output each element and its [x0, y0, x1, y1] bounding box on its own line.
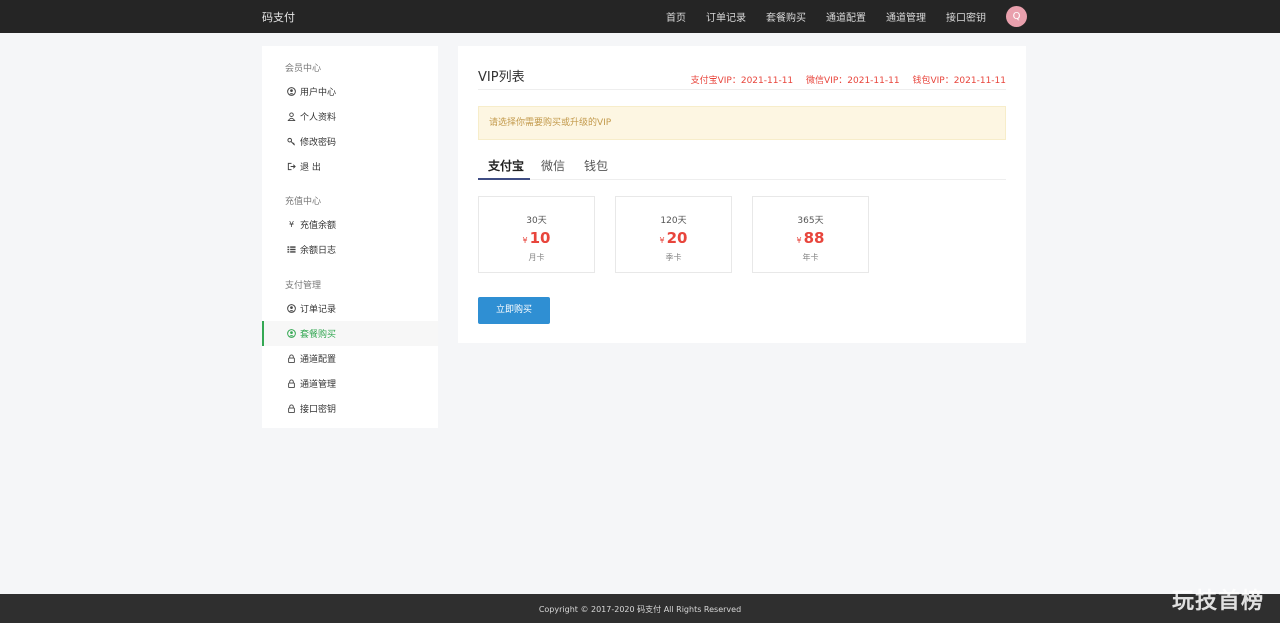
user-circle-icon [287, 87, 296, 96]
sidebar-item-label: 套餐购买 [300, 330, 337, 340]
plan-price: ¥20 [616, 229, 731, 250]
plan-card-yearly[interactable]: 365天 ¥88 年卡 [752, 196, 869, 273]
vip-expiry-alipay: 支付宝VIP：2021-11-11 [690, 76, 794, 86]
sidebar-item-channel-config[interactable]: 通道配置 [262, 346, 438, 371]
nav-channel-config[interactable]: 通道配置 [826, 9, 866, 24]
nav-plans[interactable]: 套餐购买 [766, 9, 806, 24]
nav-api-key[interactable]: 接口密钥 [946, 9, 986, 24]
watermark-logo: 玩技首榜 [1171, 589, 1264, 614]
plan-days: 120天 [660, 216, 687, 226]
tab-alipay[interactable]: 支付宝 [488, 157, 524, 174]
user-circle-icon [287, 329, 296, 338]
key-icon [287, 137, 296, 146]
user-icon [287, 112, 296, 121]
sidebar-item-label: 充值余额 [300, 221, 337, 231]
currency-symbol: ¥ [796, 236, 802, 245]
plan-days: 30天 [526, 216, 547, 226]
sidebar-item-plans[interactable]: 套餐购买 [262, 321, 438, 346]
plan-price-value: 10 [529, 229, 551, 247]
vip-panel: VIP列表 支付宝VIP：2021-11-11 微信VIP：2021-11-11… [458, 46, 1026, 343]
sidebar-item-label: 用户中心 [300, 88, 337, 98]
top-nav: 首页 订单记录 套餐购买 通道配置 通道管理 接口密钥 [646, 0, 986, 33]
sidebar-section-title: 支付管理 [285, 281, 322, 291]
divider [478, 89, 1006, 90]
plan-card-monthly[interactable]: 30天 ¥10 月卡 [478, 196, 595, 273]
list-icon [287, 245, 296, 254]
payment-tabs: 支付宝 微信 钱包 [478, 152, 1006, 180]
logout-icon [287, 162, 296, 171]
top-navbar: 码支付 首页 订单记录 套餐购买 通道配置 通道管理 接口密钥 Q [0, 0, 1280, 33]
sidebar-item-logout[interactable]: 退 出 [262, 154, 438, 179]
sidebar-item-label: 个人资料 [300, 113, 337, 123]
currency-symbol: ¥ [659, 236, 665, 245]
vip-expiry-info: 支付宝VIP：2021-11-11 微信VIP：2021-11-11 钱包VIP… [681, 73, 1006, 86]
lock-icon [287, 379, 296, 388]
plan-label: 季卡 [665, 253, 682, 262]
vip-expiry-wechat: 微信VIP：2021-11-11 [806, 76, 900, 86]
sidebar-item-label: 通道管理 [300, 380, 337, 390]
sidebar-item-profile[interactable]: 个人资料 [262, 104, 438, 129]
yen-icon: ¥ [288, 220, 295, 229]
sidebar-item-label: 修改密码 [300, 138, 337, 148]
plan-card-quarterly[interactable]: 120天 ¥20 季卡 [615, 196, 732, 273]
avatar[interactable]: Q [1006, 6, 1027, 27]
buy-now-button[interactable]: 立即购买 [478, 297, 550, 324]
user-circle-icon [287, 304, 296, 313]
plan-label: 年卡 [802, 253, 819, 262]
sidebar-item-label: 订单记录 [300, 305, 337, 315]
footer: Copyright © 2017-2020 码支付 All Rights Res… [0, 594, 1280, 623]
tab-wallet[interactable]: 钱包 [584, 157, 608, 174]
nav-home[interactable]: 首页 [666, 9, 686, 24]
sidebar-item-recharge[interactable]: ¥ 充值余额 [262, 212, 438, 237]
tab-wechat[interactable]: 微信 [541, 157, 565, 174]
plan-label: 月卡 [528, 253, 545, 262]
sidebar-item-orders[interactable]: 订单记录 [262, 296, 438, 321]
lock-icon [287, 354, 296, 363]
page-title: VIP列表 [478, 70, 525, 85]
plan-price: ¥88 [753, 229, 868, 250]
info-alert: 请选择你需要购买或升级的VIP [478, 106, 1006, 140]
nav-channel-manage[interactable]: 通道管理 [886, 9, 926, 24]
plan-days: 365天 [797, 216, 824, 226]
lock-icon [287, 404, 296, 413]
plan-price-value: 88 [803, 229, 825, 247]
active-tab-indicator [478, 178, 530, 180]
plan-price-value: 20 [666, 229, 688, 247]
brand-logo[interactable]: 码支付 [262, 9, 295, 25]
sidebar-item-change-password[interactable]: 修改密码 [262, 129, 438, 154]
vip-expiry-wallet: 钱包VIP：2021-11-11 [912, 76, 1006, 86]
sidebar-item-balance-log[interactable]: 余额日志 [262, 237, 438, 262]
nav-orders[interactable]: 订单记录 [706, 9, 746, 24]
sidebar-item-api-key[interactable]: 接口密钥 [262, 396, 438, 421]
sidebar: 会员中心 用户中心 个人资料 修改密码 退 出 充值中心 ¥ 充值余额 余额日志… [262, 46, 438, 428]
plan-price: ¥10 [479, 229, 594, 250]
copyright-text: Copyright © 2017-2020 码支付 All Rights Res… [538, 605, 742, 614]
sidebar-item-label: 接口密钥 [300, 405, 337, 415]
sidebar-item-label: 退 出 [300, 163, 321, 173]
sidebar-item-label: 通道配置 [300, 355, 337, 365]
sidebar-item-channel-manage[interactable]: 通道管理 [262, 371, 438, 396]
currency-symbol: ¥ [522, 236, 528, 245]
sidebar-item-label: 余额日志 [300, 246, 337, 256]
sidebar-item-user-center[interactable]: 用户中心 [262, 79, 438, 104]
sidebar-section-title: 会员中心 [285, 64, 322, 74]
sidebar-section-title: 充值中心 [285, 197, 322, 207]
